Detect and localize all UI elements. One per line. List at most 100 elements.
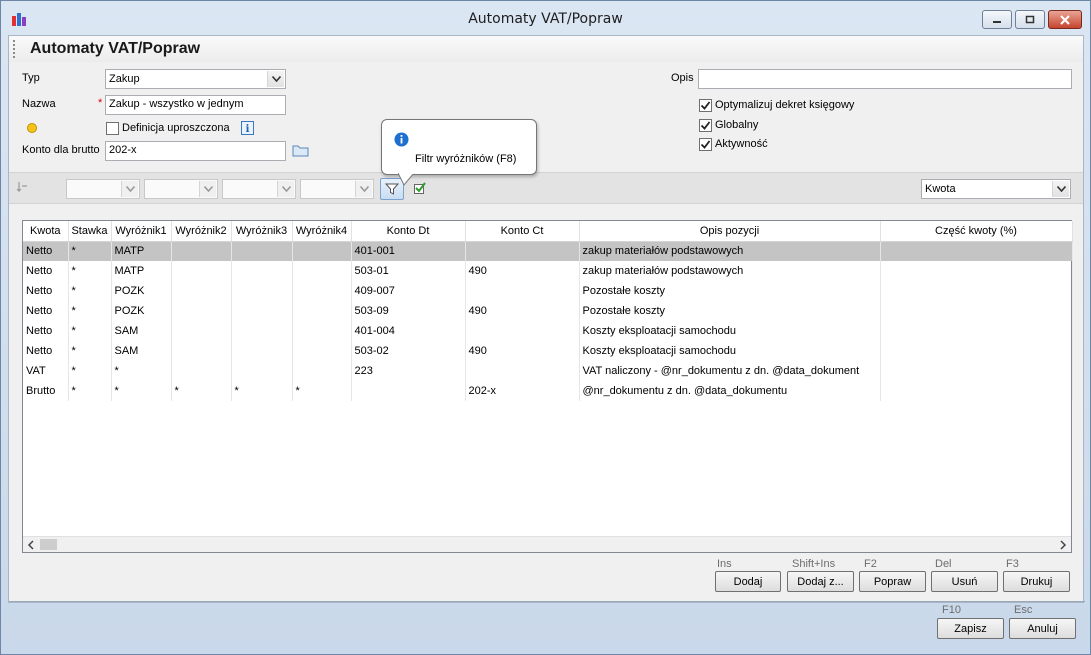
usun-button[interactable]: Usuń <box>931 571 998 592</box>
aktywnosc-checkbox[interactable] <box>699 138 712 151</box>
cell-czesc-kwoty <box>880 361 1073 381</box>
dialog-body: Automaty VAT/Popraw Typ Zakup Nazwa * Za… <box>8 35 1084 603</box>
cell-wyroznik1: SAM <box>111 341 172 361</box>
kwota-select-value: Kwota <box>925 183 956 195</box>
cell-opis: Koszty eksploatacji samochodu <box>579 321 881 341</box>
konto-label: Konto dla brutto <box>22 144 100 156</box>
cell-opis: Koszty eksploatacji samochodu <box>579 341 881 361</box>
konto-brutto-input[interactable]: 202-x <box>105 141 286 161</box>
minimize-button[interactable] <box>982 10 1012 29</box>
chevron-down-icon[interactable] <box>267 71 284 87</box>
typ-select-value: Zakup <box>109 73 140 85</box>
cell-opis: Pozostałe koszty <box>579 301 881 321</box>
scrollbar-thumb[interactable] <box>40 539 57 550</box>
cell-konto-dt: 503-02 <box>351 341 466 361</box>
cell-konto-ct: 490 <box>465 261 580 281</box>
optymalizuj-checkbox[interactable] <box>699 99 712 112</box>
column-header-wyroznik2[interactable]: Wyróżnik2 <box>171 221 232 242</box>
page-title: Automaty VAT/Popraw <box>30 40 201 57</box>
table-row[interactable]: Netto * SAM 503-02 490 Koszty eksploatacji sa… <box>23 341 1073 361</box>
cell-wyroznik1: * <box>111 361 172 381</box>
cell-wyroznik2 <box>171 241 232 261</box>
table-row[interactable]: Netto * SAM 401-004 Koszty eksploatacji samo… <box>23 321 1073 341</box>
close-icon <box>1060 14 1070 25</box>
column-header-konto-dt[interactable]: Konto Dt <box>351 221 466 242</box>
table-row[interactable]: Netto * MATP 401-001 zakup materiałów podsta… <box>23 241 1073 261</box>
cell-wyroznik1: POZK <box>111 281 172 301</box>
nazwa-input[interactable]: Zakup - wszystko w jednym <box>105 95 286 115</box>
table-row[interactable]: Netto * POZK 503-09 490 Pozostałe koszty <box>23 301 1073 321</box>
cell-opis: zakup materiałów podstawowych <box>579 261 881 281</box>
filter-bar: Kwota <box>9 172 1083 204</box>
table-row[interactable]: VAT * * 223 VAT naliczony - @nr_dokumentu z … <box>23 361 1073 381</box>
chevron-down-icon <box>199 181 216 197</box>
funnel-icon <box>385 183 399 195</box>
cell-czesc-kwoty <box>880 381 1073 401</box>
drag-grip-icon[interactable] <box>13 40 16 58</box>
chevron-down-icon <box>277 181 294 197</box>
column-header-kwota[interactable]: Kwota <box>23 221 69 242</box>
popraw-button[interactable]: Popraw <box>859 571 926 592</box>
cell-wyroznik2 <box>171 301 232 321</box>
column-header-czesc-kwoty[interactable]: Część kwoty (%) <box>880 221 1073 242</box>
cell-konto-dt: 503-09 <box>351 301 466 321</box>
close-button[interactable] <box>1048 10 1082 29</box>
opis-input[interactable] <box>698 69 1072 89</box>
dodaj-z-button[interactable]: Dodaj z... <box>787 571 854 592</box>
cell-wyroznik4: * <box>292 381 352 401</box>
chevron-down-icon <box>121 181 138 197</box>
grid-table: Kwota Stawka Wyróżnik1 Wyróżnik2 Wyróżni… <box>23 221 1073 401</box>
cell-stawka: * <box>68 261 112 281</box>
anuluj-button[interactable]: Anuluj <box>1009 618 1076 639</box>
wyroznik4-filter-select[interactable] <box>300 179 374 199</box>
folder-icon[interactable] <box>292 144 309 157</box>
cell-konto-dt <box>351 381 466 401</box>
filter-tooltip: Filtr wyróżników (F8) <box>381 119 537 175</box>
globalny-checkbox[interactable] <box>699 119 712 132</box>
chevron-down-icon[interactable] <box>1052 181 1069 197</box>
wyroznik1-filter-select[interactable] <box>66 179 140 199</box>
table-row[interactable]: Netto * MATP 503-01 490 zakup materiałów pods… <box>23 261 1073 281</box>
cell-opis: zakup materiałów podstawowych <box>579 241 881 261</box>
dodaj-button[interactable]: Dodaj <box>715 571 781 592</box>
restore-icon <box>1025 15 1035 24</box>
scroll-right-icon[interactable] <box>1059 540 1067 550</box>
cell-wyroznik2 <box>171 361 232 381</box>
grid-header-row: Kwota Stawka Wyróżnik1 Wyróżnik2 Wyróżni… <box>23 221 1073 242</box>
lightbulb-icon[interactable] <box>26 122 38 134</box>
cell-czesc-kwoty <box>880 281 1073 301</box>
column-header-wyroznik1[interactable]: Wyróżnik1 <box>111 221 172 242</box>
cell-wyroznik3: * <box>231 381 293 401</box>
cell-stawka: * <box>68 301 112 321</box>
cell-wyroznik3 <box>231 361 293 381</box>
column-header-wyroznik3[interactable]: Wyróżnik3 <box>231 221 293 242</box>
column-header-konto-ct[interactable]: Konto Ct <box>465 221 580 242</box>
drukuj-button[interactable]: Drukuj <box>1003 571 1070 592</box>
wyroznik2-filter-select[interactable] <box>144 179 218 199</box>
zapisz-button[interactable]: Zapisz <box>937 618 1004 639</box>
table-row[interactable]: Brutto * * * * * 202-x @nr_dokumentu z dn. @dat… <box>23 381 1073 401</box>
column-header-wyroznik4[interactable]: Wyróżnik4 <box>292 221 352 242</box>
filter-pointer-icon[interactable] <box>16 181 28 195</box>
cell-wyroznik3 <box>231 261 293 281</box>
horizontal-scrollbar[interactable] <box>23 536 1071 552</box>
cell-stawka: * <box>68 361 112 381</box>
kwota-select[interactable]: Kwota <box>921 179 1071 199</box>
typ-select[interactable]: Zakup <box>105 69 286 89</box>
cell-czesc-kwoty <box>880 321 1073 341</box>
cell-kwota: Netto <box>23 281 69 301</box>
scroll-left-icon[interactable] <box>27 540 35 550</box>
column-header-opis[interactable]: Opis pozycji <box>579 221 881 242</box>
maximize-button[interactable] <box>1015 10 1045 29</box>
wyroznik3-filter-select[interactable] <box>222 179 296 199</box>
svg-text:i: i <box>246 124 250 135</box>
minimize-icon <box>993 20 1001 23</box>
column-header-stawka[interactable]: Stawka <box>68 221 112 242</box>
info-icon[interactable]: i <box>241 121 254 135</box>
automaty-grid[interactable]: Kwota Stawka Wyróżnik1 Wyróżnik2 Wyróżni… <box>22 220 1073 553</box>
definicja-checkbox[interactable] <box>106 122 119 135</box>
table-row[interactable]: Netto * POZK 409-007 Pozostałe koszty <box>23 281 1073 301</box>
cell-stawka: * <box>68 341 112 361</box>
cell-kwota: Netto <box>23 301 69 321</box>
cell-wyroznik4 <box>292 281 352 301</box>
